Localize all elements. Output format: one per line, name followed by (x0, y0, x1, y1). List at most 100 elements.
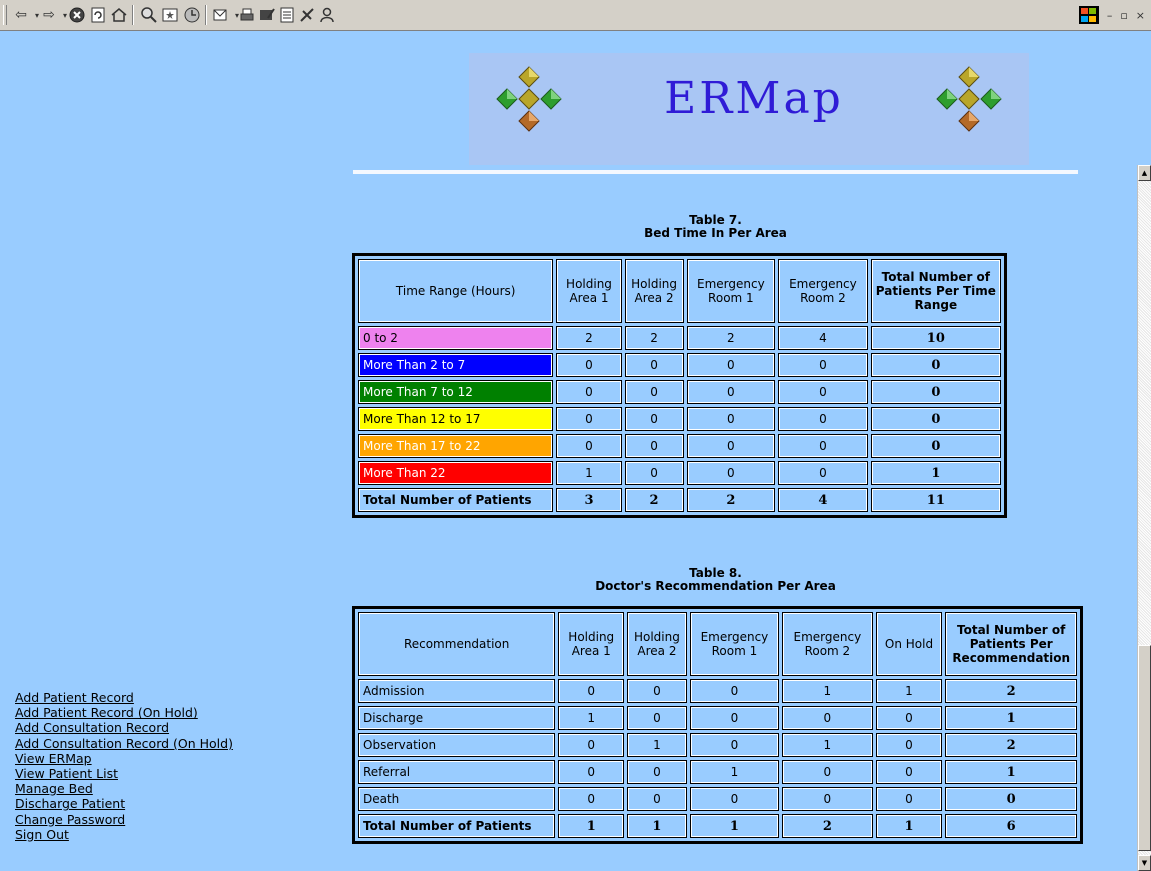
value-cell: 0 (558, 679, 625, 703)
value-cell: 0 (686, 434, 776, 458)
row-total-cell: 0 (870, 434, 1001, 458)
header-emergency-room-1: Emergency Room 1 (686, 259, 776, 323)
value-cell: 0 (778, 461, 868, 485)
table-row: Admission 0 0 0 1 1 2 (358, 679, 1077, 703)
row-total-cell: 2 (945, 733, 1077, 757)
table-row: Observation 0 1 0 1 0 2 (358, 733, 1077, 757)
value-cell: 0 (627, 679, 687, 703)
minimize-button[interactable]: – (1107, 9, 1113, 22)
header-total-per-time-range: Total Number of Patients Per Time Range (870, 259, 1001, 323)
value-cell: 0 (778, 353, 868, 377)
header-time-range: Time Range (Hours) (358, 259, 554, 323)
table-row: More Than 12 to 17 0 0 0 0 0 (358, 407, 1001, 431)
value-cell: 2 (624, 326, 684, 350)
favorites-icon[interactable] (161, 6, 179, 24)
value-cell: 0 (782, 787, 873, 811)
value-cell: 0 (689, 733, 780, 757)
discuss-icon[interactable] (278, 6, 296, 24)
row-label: More Than 22 (358, 461, 554, 485)
home-icon[interactable] (110, 6, 128, 24)
link-change-password[interactable]: Change Password (15, 812, 233, 827)
history-icon[interactable] (183, 6, 201, 24)
value-cell: 0 (624, 407, 684, 431)
table-row: 0 to 2 2 2 2 4 10 (358, 326, 1001, 350)
value-cell: 0 (689, 706, 780, 730)
row-total-cell: 1 (870, 461, 1001, 485)
total-cell: 2 (782, 814, 873, 838)
link-discharge-patient[interactable]: Discharge Patient (15, 796, 233, 811)
value-cell: 4 (778, 326, 868, 350)
link-add-patient-record[interactable]: Add Patient Record (15, 690, 233, 705)
table-total-row: Total Number of Patients 1 1 1 2 1 6 (358, 814, 1077, 838)
value-cell: 0 (782, 706, 873, 730)
header-on-hold: On Hold (875, 612, 943, 676)
bed-time-table: Time Range (Hours) Holding Area 1 Holdin… (352, 253, 1007, 518)
table-row: Referral 0 0 1 0 0 1 (358, 760, 1077, 784)
value-cell: 0 (627, 760, 687, 784)
stop-icon[interactable] (68, 6, 86, 24)
search-icon[interactable] (140, 6, 158, 24)
row-label: Discharge (358, 706, 556, 730)
total-cell: 1 (875, 814, 943, 838)
total-cell: 4 (778, 488, 868, 512)
link-view-patient-list[interactable]: View Patient List (15, 766, 233, 781)
scroll-thumb[interactable] (1138, 645, 1151, 851)
value-cell: 0 (686, 380, 776, 404)
refresh-icon[interactable] (89, 6, 107, 24)
table-header-row: Recommendation Holding Area 1 Holding Ar… (358, 612, 1077, 676)
row-label: 0 to 2 (358, 326, 554, 350)
close-button[interactable]: × (1136, 9, 1145, 22)
table-header-row: Time Range (Hours) Holding Area 1 Holdin… (358, 259, 1001, 323)
header-holding-area-2: Holding Area 2 (624, 259, 684, 323)
link-sign-out[interactable]: Sign Out (15, 827, 233, 842)
edit-icon[interactable] (258, 6, 276, 24)
row-total-cell: 0 (870, 353, 1001, 377)
header-emergency-room-2: Emergency Room 2 (778, 259, 868, 323)
value-cell: 1 (782, 679, 873, 703)
windows-logo-icon (1078, 6, 1099, 24)
table7-caption: Table 7. Bed Time In Per Area (353, 214, 1078, 240)
diamond-ornament-left-icon (496, 66, 562, 132)
value-cell: 0 (778, 407, 868, 431)
link-view-ermap[interactable]: View ERMap (15, 751, 233, 766)
header-recommendation: Recommendation (358, 612, 556, 676)
table8-caption: Table 8. Doctor's Recommendation Per Are… (353, 567, 1078, 593)
value-cell: 0 (686, 461, 776, 485)
scroll-up-button[interactable]: ▲ (1138, 165, 1151, 181)
value-cell: 0 (558, 787, 625, 811)
vertical-scrollbar[interactable]: ▲ ▼ (1137, 165, 1151, 871)
print-icon[interactable] (238, 6, 256, 24)
link-manage-bed[interactable]: Manage Bed (15, 781, 233, 796)
table-row: Death 0 0 0 0 0 0 (358, 787, 1077, 811)
row-total-cell: 2 (945, 679, 1077, 703)
table-row: More Than 17 to 22 0 0 0 0 0 (358, 434, 1001, 458)
restore-button[interactable]: ▫ (1120, 9, 1127, 22)
value-cell: 0 (686, 407, 776, 431)
window-controls: – ▫ × (1078, 6, 1145, 24)
value-cell: 0 (624, 380, 684, 404)
link-add-consultation-record-on-hold[interactable]: Add Consultation Record (On Hold) (15, 736, 233, 751)
toolbar-grip[interactable] (3, 5, 7, 25)
value-cell: 0 (778, 434, 868, 458)
link-add-consultation-record[interactable]: Add Consultation Record (15, 720, 233, 735)
row-label: Observation (358, 733, 556, 757)
horizontal-rule (353, 170, 1078, 174)
value-cell: 0 (627, 706, 687, 730)
total-cell: 1 (627, 814, 687, 838)
value-cell: 0 (624, 434, 684, 458)
value-cell: 0 (558, 760, 625, 784)
value-cell: 1 (556, 461, 622, 485)
link-add-patient-record-on-hold[interactable]: Add Patient Record (On Hold) (15, 705, 233, 720)
messenger-icon[interactable] (318, 6, 336, 24)
value-cell: 0 (875, 706, 943, 730)
table8-caption-title: Doctor's Recommendation Per Area (595, 579, 836, 593)
doctor-recommendation-table: Recommendation Holding Area 1 Holding Ar… (352, 606, 1083, 844)
grand-total-cell: 6 (945, 814, 1077, 838)
total-row-label: Total Number of Patients (358, 814, 556, 838)
value-cell: 2 (686, 326, 776, 350)
table-row: More Than 7 to 12 0 0 0 0 0 (358, 380, 1001, 404)
header-holding-area-1: Holding Area 1 (556, 259, 622, 323)
row-label: Referral (358, 760, 556, 784)
research-icon[interactable] (298, 6, 316, 24)
scroll-down-button[interactable]: ▼ (1138, 855, 1151, 871)
